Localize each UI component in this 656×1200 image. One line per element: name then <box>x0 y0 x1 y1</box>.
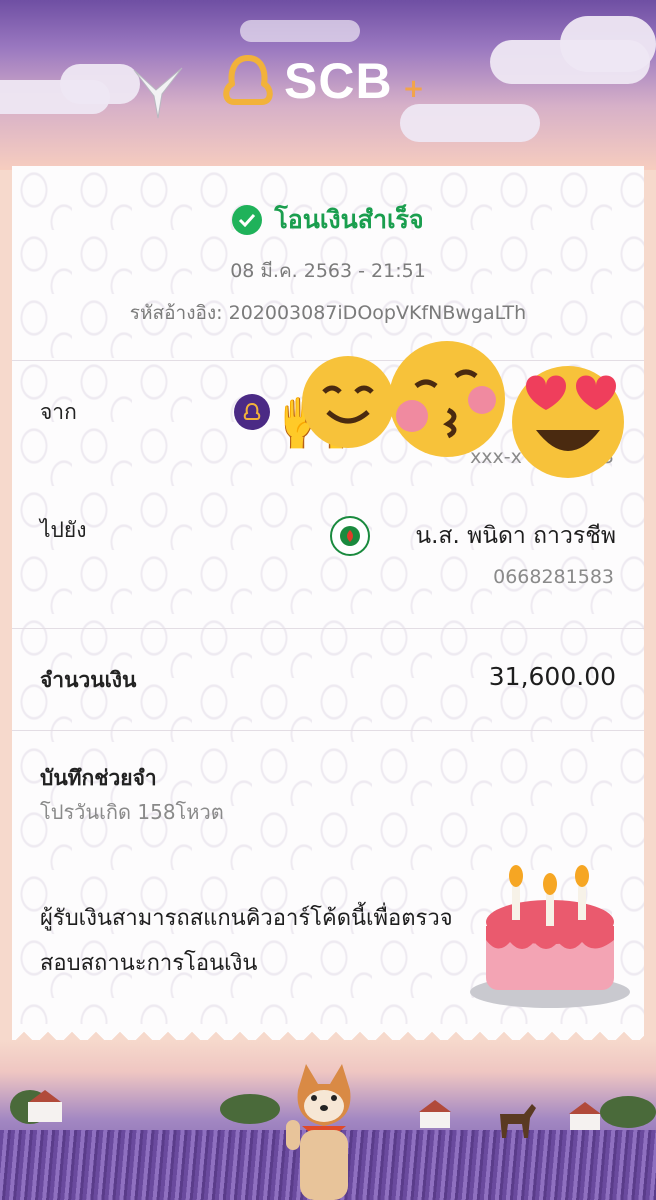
kissing-face-emoji <box>389 341 505 457</box>
to-label: ไปยัง <box>40 518 87 542</box>
memo-label: บันทึกช่วยจำ <box>40 766 157 790</box>
brand-name: SCB <box>284 53 393 109</box>
recipient-account: 0668281583 <box>493 566 614 588</box>
cloud-decoration <box>60 64 140 104</box>
heart-eyes-emoji <box>512 366 624 478</box>
receipt-edge <box>12 1024 644 1040</box>
divider <box>12 730 644 731</box>
tree-decoration <box>600 1096 656 1128</box>
reference-line: รหัสอ้างอิง: 202003087iDOopVKfNBwgaLTh <box>12 298 644 328</box>
roof-decoration <box>419 1100 451 1112</box>
birthday-cake-emoji <box>470 865 630 1008</box>
roof-decoration <box>569 1102 601 1114</box>
lavender-field-scene <box>0 1040 656 1200</box>
reference-code: 202003087iDOopVKfNBwgaLTh <box>228 302 527 324</box>
amount-label: จำนวนเงิน <box>40 668 137 692</box>
divider <box>12 628 644 629</box>
memo-text: โปรวันเกิด 158โหวต <box>40 800 224 824</box>
bird-icon <box>133 67 183 119</box>
house-decoration <box>420 1112 450 1128</box>
shiba-dog-icon <box>286 1064 351 1200</box>
hugging-face-emoji <box>302 356 394 448</box>
transfer-datetime: 08 มี.ค. 2563 - 21:51 <box>230 260 426 282</box>
cloud-decoration <box>560 16 656 72</box>
house-decoration <box>570 1114 600 1130</box>
tree-decoration <box>220 1094 280 1124</box>
roof-decoration <box>29 1090 61 1102</box>
brand-plus: + <box>402 74 425 104</box>
house-decoration <box>28 1102 62 1122</box>
qr-note: ผู้รับเงินสามารถสแกนคิวอาร์โค้ดนี้เพื่อต… <box>40 906 453 976</box>
reference-label: รหัสอ้างอิง: <box>129 302 223 324</box>
scb-bank-icon <box>234 394 270 430</box>
from-label: จาก <box>40 400 77 424</box>
header-banner: SCB + <box>0 0 656 170</box>
scb-logo: SCB + <box>220 52 424 110</box>
status-row: โอนเงินสำเร็จ <box>12 200 644 240</box>
kbank-bank-icon <box>330 516 370 556</box>
cloud-decoration <box>240 20 360 42</box>
amount-value: 31,600.00 <box>488 662 616 691</box>
transfer-status: โอนเงินสำเร็จ <box>274 205 424 234</box>
horse-icon <box>500 1104 536 1138</box>
scb-bell-icon <box>223 55 273 105</box>
recipient-name: น.ส. พนิดา ถาวรชีพ <box>415 523 616 549</box>
check-circle-icon <box>232 205 263 235</box>
